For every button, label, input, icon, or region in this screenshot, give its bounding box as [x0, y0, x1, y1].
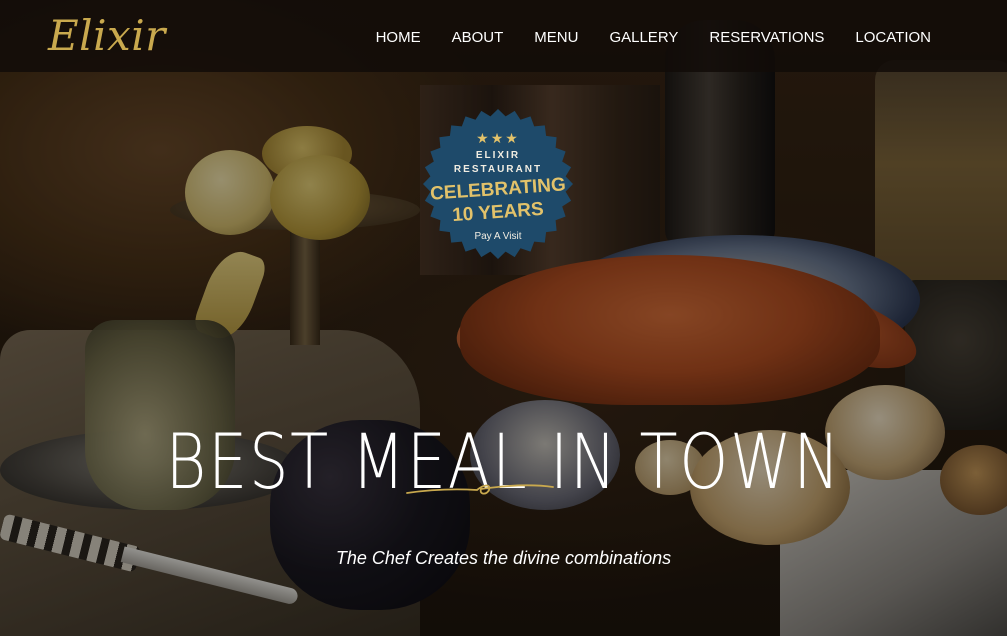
- nav-link-menu[interactable]: MENU: [534, 28, 578, 48]
- hero-overlay: [0, 0, 1007, 636]
- badge-cta[interactable]: Pay A Visit: [422, 231, 574, 242]
- nav-link-home[interactable]: HOME: [376, 28, 421, 48]
- navbar: Elixir HOME ABOUT MENU GALLERY RESERVATI…: [0, 0, 1007, 72]
- hero-subtitle: The Chef Creates the divine combinations: [335, 548, 672, 568]
- main-nav: HOME ABOUT MENU GALLERY RESERVATIONS LOC…: [376, 28, 931, 48]
- nav-link-about[interactable]: ABOUT: [452, 28, 504, 48]
- hero-background: [0, 0, 1007, 636]
- logo[interactable]: Elixir: [48, 10, 166, 62]
- nav-link-location[interactable]: LOCATION: [855, 28, 931, 48]
- badge-line-1: ELIXIR: [475, 150, 521, 161]
- nav-link-reservations[interactable]: RESERVATIONS: [709, 28, 824, 48]
- ornament-flourish-icon: [406, 484, 554, 495]
- nav-link-gallery[interactable]: GALLERY: [609, 28, 678, 48]
- anniversary-badge[interactable]: ★★★ ELIXIR RESTAURANT CELEBRATING 10 YEA…: [422, 108, 574, 260]
- badge-line-2: RESTAURANT: [453, 164, 543, 175]
- badge-stars: ★★★: [476, 130, 520, 146]
